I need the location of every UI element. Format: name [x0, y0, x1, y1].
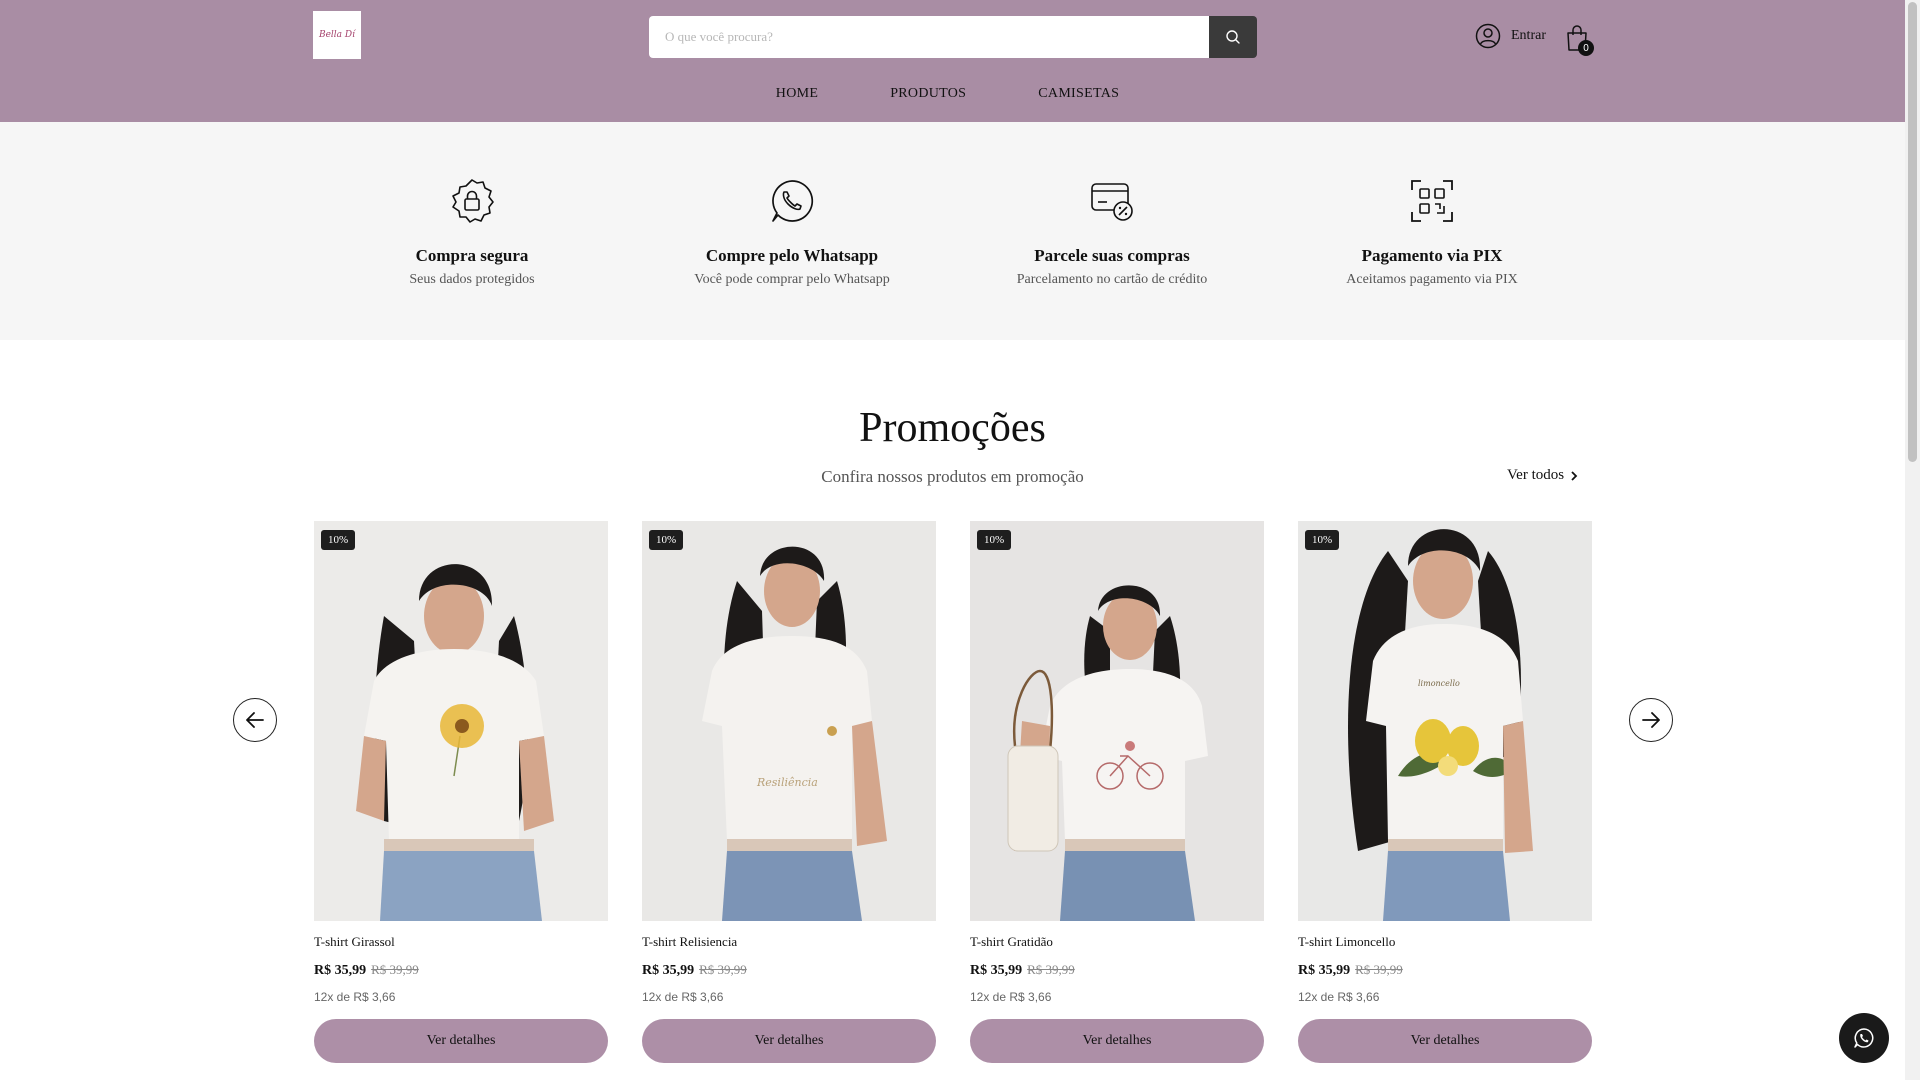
benefit-title: Pagamento via PIX: [1361, 246, 1503, 265]
arrow-right-icon: [1642, 712, 1660, 728]
cart-button[interactable]: 0: [1565, 24, 1594, 56]
product-name[interactable]: T-shirt Gratidão: [970, 934, 1264, 950]
store-logo[interactable]: Bella Dí: [313, 11, 361, 59]
discount-badge: 10%: [321, 530, 356, 550]
product-card[interactable]: Resiliência 10% T-shirt Relisiencia R$ 3…: [642, 521, 936, 1063]
user-icon: [1475, 23, 1501, 49]
product-price: R$ 35,99: [642, 963, 695, 978]
benefits-strip: Compra segura Seus dados protegidos Comp…: [0, 122, 1905, 340]
benefit-whatsapp: Compre pelo Whatsapp Você pode comprar p…: [642, 178, 942, 288]
secure-lock-badge-icon: [452, 179, 494, 223]
nav-item-home[interactable]: HOME: [776, 86, 818, 102]
svg-text:limoncello: limoncello: [1418, 679, 1460, 688]
discount-badge: 10%: [977, 530, 1012, 550]
product-prices: R$ 35,99 R$ 39,99: [970, 962, 1264, 979]
view-details-button[interactable]: Ver detalhes: [1298, 1019, 1592, 1063]
search-input[interactable]: [649, 16, 1209, 58]
product-name[interactable]: T-shirt Limoncello: [1298, 934, 1592, 950]
sunflower-print: [440, 704, 484, 748]
product-installments: 12x de R$ 3,66: [314, 990, 396, 1004]
account-label: Entrar: [1511, 28, 1546, 43]
logo-text: Bella Dí: [318, 30, 356, 40]
product-price: R$ 35,99: [314, 963, 367, 978]
benefit-subtitle: Seus dados protegidos: [409, 272, 535, 287]
whatsapp-icon: [1854, 1028, 1874, 1048]
benefit-title: Parcele suas compras: [1034, 246, 1190, 265]
view-details-button[interactable]: Ver detalhes: [970, 1019, 1264, 1063]
search-bar: [649, 16, 1257, 58]
whatsapp-icon: [772, 180, 814, 222]
scrollbar-thumb[interactable]: [1908, 2, 1917, 462]
product-photo-illustration: [314, 521, 608, 921]
product-prices: R$ 35,99 R$ 39,99: [642, 962, 936, 979]
page-scrollbar[interactable]: [1905, 0, 1920, 1080]
discount-badge: 10%: [649, 530, 684, 550]
main-nav: HOME PRODUTOS CAMISETAS: [0, 86, 1905, 102]
chevron-right-icon: [1571, 470, 1578, 481]
product-name[interactable]: T-shirt Girassol: [314, 934, 608, 950]
benefit-subtitle: Parcelamento no cartão de crédito: [1016, 272, 1208, 287]
pix-qr-icon: [1411, 180, 1453, 222]
product-card[interactable]: limoncello 10% T-shirt Limoncello R$ 35,…: [1298, 521, 1592, 1063]
account-link[interactable]: Entrar: [1475, 23, 1546, 49]
benefit-installments: Parcele suas compras Parcelamento no car…: [962, 178, 1262, 288]
product-price: R$ 35,99: [970, 963, 1023, 978]
product-installments: 12x de R$ 3,66: [1298, 990, 1380, 1004]
discount-badge: 10%: [1305, 530, 1340, 550]
search-icon: [1226, 30, 1240, 44]
site-header: Bella Dí Entrar 0 HOME PRODUTOS CAMISETA…: [0, 0, 1905, 122]
product-photo-illustration: Resiliência: [642, 521, 936, 921]
benefit-subtitle: Você pode comprar pelo Whatsapp: [694, 272, 890, 287]
view-details-button[interactable]: Ver detalhes: [314, 1019, 608, 1063]
product-old-price: R$ 39,99: [699, 962, 747, 977]
benefit-secure: Compra segura Seus dados protegidos: [322, 178, 622, 288]
product-image[interactable]: 10%: [970, 521, 1264, 921]
product-name[interactable]: T-shirt Relisiencia: [642, 934, 936, 950]
product-image[interactable]: limoncello 10%: [1298, 521, 1592, 921]
product-card[interactable]: 10% T-shirt Girassol R$ 35,99 R$ 39,99 1…: [314, 521, 608, 1063]
nav-item-produtos[interactable]: PRODUTOS: [890, 86, 966, 102]
product-installments: 12x de R$ 3,66: [970, 990, 1052, 1004]
promotions-subtitle: Confira nossos produtos em promoção: [821, 467, 1084, 486]
product-image[interactable]: Resiliência 10%: [642, 521, 936, 921]
product-photo-illustration: [970, 521, 1264, 921]
nav-item-camisetas[interactable]: CAMISETAS: [1038, 86, 1119, 102]
card-percent-icon: [1091, 183, 1133, 221]
product-price: R$ 35,99: [1298, 963, 1351, 978]
product-old-price: R$ 39,99: [1355, 962, 1403, 977]
search-button[interactable]: [1209, 16, 1257, 58]
benefit-pix: Pagamento via PIX Aceitamos pagamento vi…: [1282, 178, 1582, 288]
product-old-price: R$ 39,99: [371, 962, 419, 977]
product-image[interactable]: 10%: [314, 521, 608, 921]
product-old-price: R$ 39,99: [1027, 962, 1075, 977]
see-all-label: Ver todos: [1507, 467, 1565, 483]
view-details-button[interactable]: Ver detalhes: [642, 1019, 936, 1063]
product-installments: 12x de R$ 3,66: [642, 990, 724, 1004]
benefit-title: Compra segura: [415, 246, 529, 265]
product-card[interactable]: 10% T-shirt Gratidão R$ 35,99 R$ 39,99 1…: [970, 521, 1264, 1063]
product-prices: R$ 35,99 R$ 39,99: [314, 962, 608, 979]
product-photo-illustration: limoncello: [1298, 521, 1592, 921]
product-prices: R$ 35,99 R$ 39,99: [1298, 962, 1592, 979]
promotions-title: Promoções: [859, 405, 1046, 451]
whatsapp-floating-button[interactable]: [1839, 1013, 1889, 1063]
carousel-next-button[interactable]: [1629, 698, 1673, 742]
svg-text:Resiliência: Resiliência: [756, 776, 818, 789]
cart-count-badge: 0: [1578, 40, 1594, 56]
carousel-prev-button[interactable]: [233, 698, 277, 742]
arrow-left-icon: [246, 712, 264, 728]
benefit-subtitle: Aceitamos pagamento via PIX: [1346, 272, 1518, 287]
see-all-link[interactable]: Ver todos: [1507, 467, 1578, 484]
benefit-title: Compre pelo Whatsapp: [705, 246, 879, 265]
